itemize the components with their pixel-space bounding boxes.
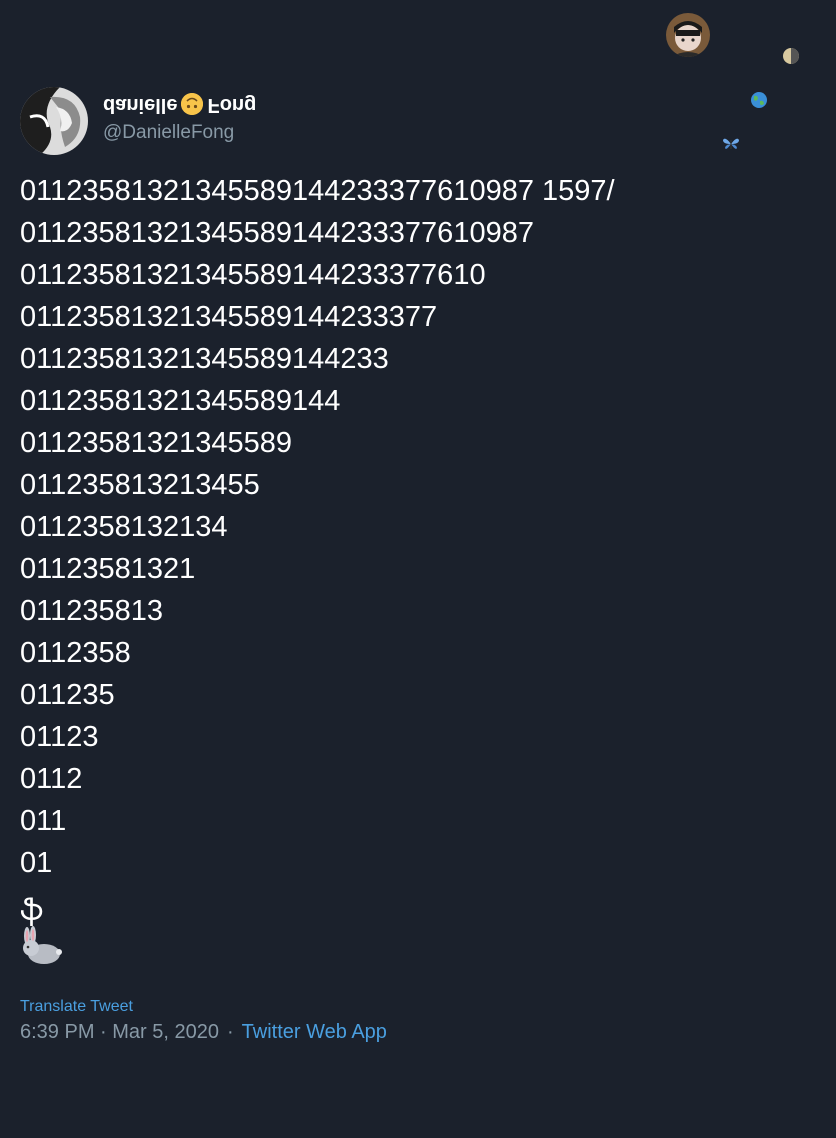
tweet-line: 01123581321345589144 — [20, 385, 341, 417]
tweet-line: 01123581321345589144233377610987 — [20, 217, 534, 249]
tweet-line: 011 — [20, 805, 67, 837]
tweet-meta: 6:39 PM · Mar 5, 2020 · Twitter Web App — [20, 1019, 387, 1045]
display-name-last: Fong — [207, 94, 257, 116]
tweet-line: 01123581321 — [20, 553, 196, 585]
tweet-line: 0112358132134 — [20, 511, 228, 543]
tweet-line: 0112 — [20, 763, 83, 795]
tweet-line: 01123581321345589144233377 — [20, 301, 438, 333]
author-display-name[interactable]: danielle Fong — [103, 92, 256, 118]
tweet-line: 01123 — [20, 721, 99, 753]
tweet-line: 011235813213455 — [20, 469, 260, 501]
translate-tweet-link[interactable]: Translate Tweet — [20, 996, 133, 1018]
tweet-line: 011235813 — [20, 595, 164, 627]
rabbit-icon — [20, 926, 64, 966]
tweet-line: 01123581321345589144233377610 — [20, 259, 486, 291]
tweet-text: 01123581321345589144233377610987 1597/ 0… — [20, 170, 615, 884]
tweet-caret-glyph: ֆ — [20, 895, 44, 927]
globe-icon — [750, 91, 768, 112]
tweet-timestamp[interactable]: 6:39 PM · Mar 5, 2020 — [20, 1021, 219, 1043]
tweet-line: 011235 — [20, 679, 115, 711]
moon-icon — [782, 47, 800, 68]
tweet-line: 01123581321345589144233 — [20, 343, 389, 375]
tweet-line: 01 — [20, 847, 53, 879]
tweet-line: 0112358 — [20, 637, 131, 669]
display-name-first: danielle — [103, 94, 178, 116]
author-handle[interactable]: @DanielleFong — [103, 121, 234, 145]
tweet-line: 01123581321345589144233377610987 1597/ — [20, 175, 615, 207]
mentioned-user-avatar[interactable] — [666, 13, 710, 57]
meta-separator: · — [226, 1021, 234, 1043]
author-avatar[interactable] — [20, 87, 88, 155]
upside-down-face-icon — [181, 93, 204, 115]
butterfly-icon — [722, 135, 740, 156]
source-app-link[interactable]: Twitter Web App — [242, 1021, 387, 1043]
tweet-line: 01123581321345589 — [20, 427, 293, 459]
